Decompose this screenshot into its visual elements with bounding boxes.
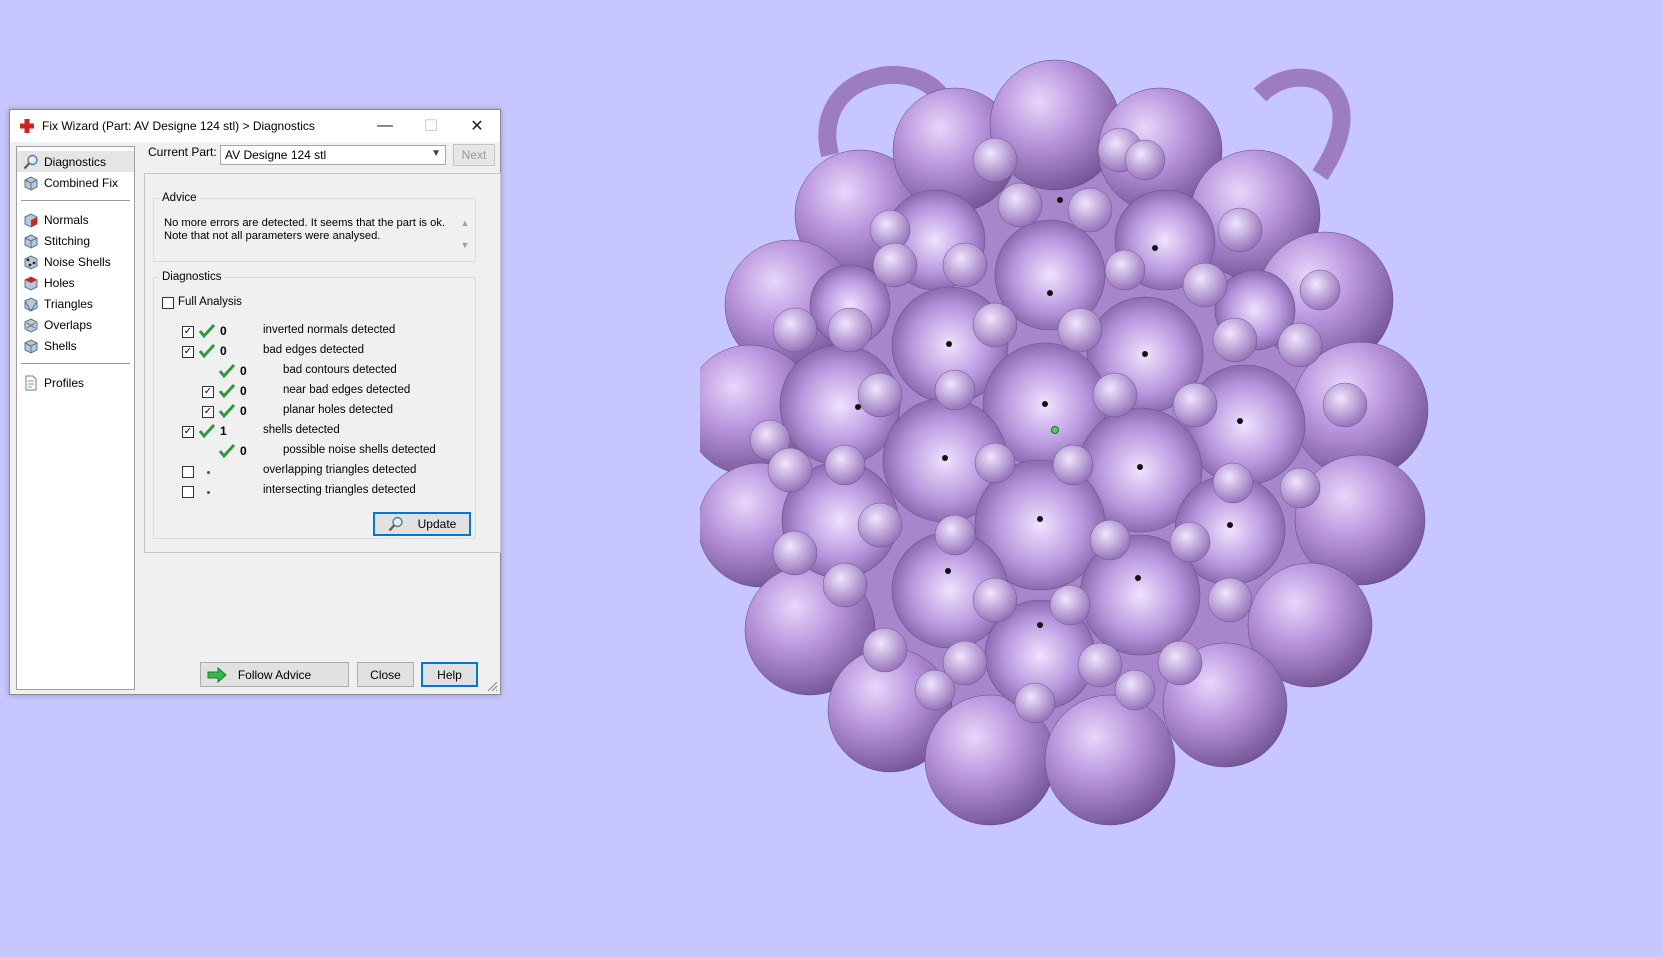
advice-legend: Advice	[162, 192, 197, 204]
noise-shells-text: possible noise shells detected	[283, 444, 436, 456]
diagnostics-group: Diagnostics Full Analysis ✓ 0 inverted n…	[153, 271, 476, 539]
sidebar-item-label: Overlaps	[44, 317, 93, 332]
full-analysis-checkbox[interactable]	[162, 297, 174, 309]
advice-line-1: No more errors are detected. It seems th…	[164, 217, 446, 229]
red-cross-app-icon	[20, 119, 34, 133]
bad-edges-checkbox[interactable]: ✓	[182, 346, 194, 358]
not-analysed-dot-icon	[207, 491, 210, 494]
triangles-cube-icon	[24, 296, 38, 312]
cube-icon	[24, 175, 38, 191]
inverted-normals-count: 0	[220, 324, 227, 338]
stitching-cube-icon	[24, 233, 38, 249]
chevron-down-icon: ▼	[431, 148, 441, 159]
diagnostics-panel: Advice No more errors are detected. It s…	[144, 173, 501, 553]
shells-text: shells detected	[263, 424, 340, 436]
green-check-icon	[219, 403, 235, 419]
normals-cube-icon	[24, 212, 38, 228]
shells-checkbox[interactable]: ✓	[182, 426, 194, 438]
noise-shells-count: 0	[240, 444, 247, 458]
profiles-page-icon	[25, 375, 37, 390]
next-button[interactable]: Next	[453, 144, 495, 166]
update-button[interactable]: Update	[373, 512, 471, 536]
intersecting-triangles-checkbox[interactable]	[182, 486, 194, 498]
holes-cube-icon	[24, 275, 38, 291]
not-analysed-dot-icon	[207, 471, 210, 474]
magnifier-icon	[388, 516, 403, 532]
overlapping-triangles-checkbox[interactable]	[182, 466, 194, 478]
full-analysis-label: Full Analysis	[178, 296, 242, 308]
green-check-icon	[219, 383, 235, 399]
near-bad-edges-count: 0	[240, 384, 247, 398]
sidebar-item-label: Shells	[44, 338, 77, 353]
green-check-icon	[199, 423, 215, 439]
planar-holes-checkbox[interactable]: ✓	[202, 406, 214, 418]
sidebar-item-label: Stitching	[44, 233, 91, 248]
green-check-icon	[219, 443, 235, 459]
advice-group: Advice No more errors are detected. It s…	[153, 192, 476, 262]
sidebar-item-shells[interactable]: Shells	[17, 335, 134, 356]
current-part-value: AV Designe 124 stl	[225, 148, 327, 162]
help-button[interactable]: Help	[421, 662, 478, 687]
title-bar[interactable]: Fix Wizard (Part: AV Designe 124 stl) > …	[10, 110, 500, 142]
close-button[interactable]: Close	[357, 662, 414, 687]
shells-cube-icon	[24, 338, 38, 354]
sidebar-item-label: Combined Fix	[44, 175, 119, 190]
green-check-icon	[199, 343, 215, 359]
sidebar-item-profiles[interactable]: Profiles	[17, 372, 134, 393]
planar-holes-text: planar holes detected	[283, 404, 393, 416]
green-arrow-right-icon	[207, 667, 227, 683]
near-bad-edges-text: near bad edges detected	[283, 384, 411, 396]
near-bad-edges-checkbox[interactable]: ✓	[202, 386, 214, 398]
sidebar-item-label: Noise Shells	[44, 254, 111, 269]
sidebar-divider	[21, 200, 130, 201]
3d-viewport[interactable]: Fix Wizard (Part: AV Designe 124 stl) > …	[0, 0, 1663, 957]
close-window-button[interactable]: ✕	[454, 110, 500, 142]
minimize-button[interactable]: —	[362, 110, 408, 142]
sidebar-item-label: Triangles	[44, 296, 93, 311]
sidebar-item-triangles[interactable]: Triangles	[17, 293, 134, 314]
green-check-icon	[199, 323, 215, 339]
sidebar-item-label: Normals	[44, 212, 89, 227]
sidebar-item-label: Diagnostics	[44, 154, 107, 169]
follow-advice-button[interactable]: Follow Advice	[200, 662, 349, 687]
overlapping-triangles-text: overlapping triangles detected	[263, 464, 417, 476]
fix-wizard-window: Fix Wizard (Part: AV Designe 124 stl) > …	[9, 109, 501, 695]
inverted-normals-text: inverted normals detected	[263, 324, 396, 336]
sidebar-item-label: Profiles	[44, 375, 85, 390]
intersecting-triangles-text: intersecting triangles detected	[263, 484, 416, 496]
3d-model-render[interactable]	[700, 55, 1490, 855]
sidebar: Diagnostics Combined Fix Normals Stitchi…	[16, 146, 135, 690]
overlaps-cube-icon	[24, 317, 38, 333]
sidebar-item-noise-shells[interactable]: Noise Shells	[17, 251, 134, 272]
maximize-button[interactable]: ☐	[408, 110, 454, 142]
resize-grip-icon[interactable]	[487, 681, 498, 692]
green-check-icon	[219, 363, 235, 379]
advice-scrollbar[interactable]: ▲ ▼	[459, 212, 471, 258]
shells-count: 1	[220, 424, 227, 438]
sidebar-item-normals[interactable]: Normals	[17, 209, 134, 230]
window-title: Fix Wizard (Part: AV Designe 124 stl) > …	[42, 119, 315, 133]
bad-contours-text: bad contours detected	[283, 364, 397, 376]
planar-holes-count: 0	[240, 404, 247, 418]
advice-text: No more errors are detected. It seems th…	[164, 217, 449, 243]
sidebar-item-label: Holes	[44, 275, 75, 290]
current-part-select[interactable]: AV Designe 124 stl ▼	[220, 145, 446, 165]
bad-edges-count: 0	[220, 344, 227, 358]
sidebar-divider	[21, 363, 130, 364]
bad-edges-text: bad edges detected	[263, 344, 365, 356]
current-part-label: Current Part:	[148, 145, 217, 159]
sidebar-item-stitching[interactable]: Stitching	[17, 230, 134, 251]
sidebar-item-overlaps[interactable]: Overlaps	[17, 314, 134, 335]
noise-shells-icon	[24, 254, 38, 270]
sidebar-item-diagnostics[interactable]: Diagnostics	[17, 151, 134, 172]
follow-advice-label: Follow Advice	[237, 667, 312, 682]
magnifier-icon	[23, 154, 38, 169]
bad-contours-count: 0	[240, 364, 247, 378]
diagnostics-legend: Diagnostics	[162, 271, 222, 283]
inverted-normals-checkbox[interactable]: ✓	[182, 326, 194, 338]
sidebar-item-combined-fix[interactable]: Combined Fix	[17, 172, 134, 193]
advice-line-2: Note that not all parameters were analys…	[164, 230, 381, 242]
sidebar-item-holes[interactable]: Holes	[17, 272, 134, 293]
update-button-label: Update	[417, 517, 457, 531]
